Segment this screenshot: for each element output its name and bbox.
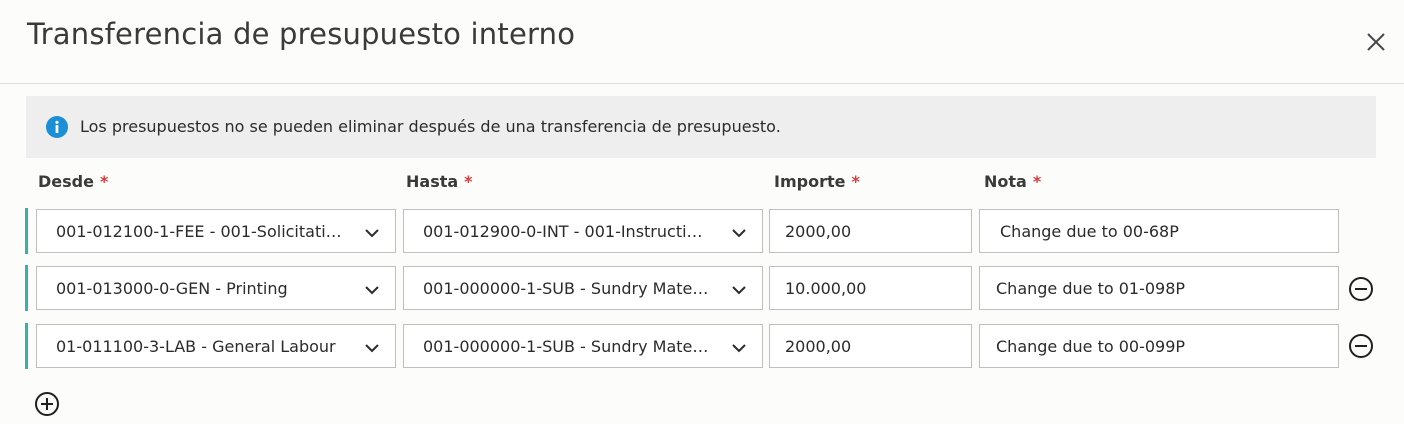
note-input[interactable] — [980, 210, 1338, 252]
column-header-note: Nota * — [984, 172, 1041, 192]
dialog-header: Transferencia de presupuesto interno — [0, 0, 1404, 84]
to-account-value: 001-000000-1-SUB - Sundry Materials — [423, 337, 712, 356]
from-account-select[interactable]: 001-013000-0-GEN - Printing — [36, 266, 396, 310]
chevron-down-icon — [365, 286, 379, 295]
chevron-down-icon — [732, 344, 746, 353]
amount-field[interactable] — [769, 324, 972, 368]
column-header-to-label: Hasta — [406, 172, 459, 191]
row-marker — [25, 265, 28, 311]
required-mark: * — [99, 172, 109, 191]
close-icon — [1367, 33, 1385, 51]
note-field[interactable] — [979, 209, 1339, 253]
chevron-down-icon — [732, 286, 746, 295]
column-header-from-label: Desde — [38, 172, 94, 191]
row-marker — [25, 323, 28, 369]
from-account-value: 01-011100-3-LAB - General Labour — [56, 337, 336, 356]
to-account-select[interactable]: 001-000000-1-SUB - Sundry Materials — [403, 324, 763, 368]
to-account-value: 001-012900-0-INT - 001-Instructions — [423, 222, 712, 241]
chevron-down-icon — [365, 344, 379, 353]
note-field[interactable] — [979, 266, 1339, 310]
dialog-title: Transferencia de presupuesto interno — [27, 17, 576, 51]
note-field[interactable] — [979, 324, 1339, 368]
close-button[interactable] — [1362, 28, 1390, 56]
column-header-to: Hasta * — [406, 172, 473, 192]
info-banner-text: Los presupuestos no se pueden eliminar d… — [80, 117, 781, 136]
add-row-button[interactable] — [34, 391, 60, 417]
amount-field[interactable] — [769, 209, 972, 253]
info-icon — [46, 116, 68, 138]
amount-input[interactable] — [770, 210, 971, 252]
column-header-from: Desde * — [38, 172, 108, 192]
required-mark: * — [464, 172, 473, 191]
column-header-amount: Importe * — [774, 172, 860, 192]
to-account-value: 001-000000-1-SUB - Sundry Materials — [423, 279, 712, 298]
from-account-select[interactable]: 01-011100-3-LAB - General Labour — [36, 324, 396, 368]
amount-input[interactable] — [770, 325, 971, 367]
info-banner: Los presupuestos no se pueden eliminar d… — [26, 96, 1376, 158]
remove-row-button[interactable] — [1348, 276, 1374, 302]
chevron-down-icon — [365, 229, 379, 238]
column-header-amount-label: Importe — [774, 172, 846, 191]
note-input[interactable] — [980, 267, 1338, 309]
column-header-note-label: Nota — [984, 172, 1027, 191]
required-mark: * — [1032, 172, 1042, 191]
from-account-select[interactable]: 001-012100-1-FEE - 001-Solicitation Fees — [36, 209, 396, 253]
remove-row-button[interactable] — [1348, 333, 1374, 359]
note-input[interactable] — [980, 325, 1338, 367]
to-account-select[interactable]: 001-012900-0-INT - 001-Instructions — [403, 209, 763, 253]
to-account-select[interactable]: 001-000000-1-SUB - Sundry Materials — [403, 266, 763, 310]
amount-input[interactable] — [770, 267, 971, 309]
plus-circle-icon — [35, 392, 59, 416]
from-account-value: 001-012100-1-FEE - 001-Solicitation Fees — [56, 222, 345, 241]
required-mark: * — [851, 172, 860, 191]
amount-field[interactable] — [769, 266, 972, 310]
from-account-value: 001-013000-0-GEN - Printing — [56, 279, 288, 298]
minus-circle-icon — [1349, 277, 1373, 301]
minus-circle-icon — [1349, 334, 1373, 358]
chevron-down-icon — [732, 229, 746, 238]
row-marker — [25, 208, 28, 254]
